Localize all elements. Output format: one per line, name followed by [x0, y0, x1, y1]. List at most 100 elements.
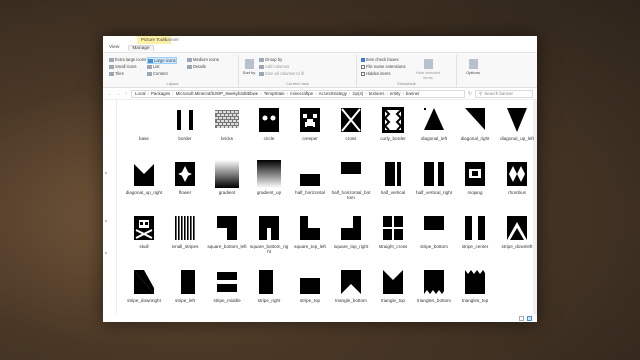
file-item[interactable]: triangles_bottom [414, 266, 454, 314]
breadcrumb[interactable]: Local › Packages › Microsoft.MinecraftUWP_… [131, 89, 465, 98]
content-option[interactable]: Content [147, 71, 168, 76]
file-item[interactable]: diagonal_right [455, 104, 495, 152]
details-option[interactable]: Details [187, 64, 206, 69]
nav-item[interactable]: s [105, 250, 107, 255]
item-check-boxes-checkbox[interactable] [361, 57, 365, 62]
file-item[interactable]: half_vertical_right [414, 158, 454, 206]
file-item[interactable]: gradient [207, 158, 247, 206]
file-item[interactable]: circle [249, 104, 289, 152]
details-icon [187, 64, 192, 69]
gradient-up-thumbnail-icon [257, 160, 281, 188]
large-icons-view-icon[interactable] [527, 315, 532, 321]
crumb-zip[interactable]: zip(4) [352, 91, 363, 96]
stripe-top-thumbnail-icon [298, 268, 322, 296]
file-item[interactable]: square_top_right [331, 212, 371, 260]
hidden-items-option[interactable]: Hidden items [361, 71, 390, 76]
file-grid: base border bricks circle creeper cross curly_… [117, 100, 537, 314]
file-item[interactable]: flower [165, 158, 205, 206]
hide-selected-icon [423, 59, 433, 69]
file-item[interactable]: cross [331, 104, 371, 152]
file-item[interactable]: triangle_bottom [331, 266, 371, 314]
file-item[interactable]: stripe_right [249, 266, 289, 314]
add-columns-icon [259, 64, 264, 69]
forward-arrow-icon[interactable]: → [115, 91, 121, 97]
crumb-minecraft-package[interactable]: Microsoft.MinecraftUWP_8wekyb3d8bbwe [176, 91, 258, 96]
up-arrow-icon[interactable]: ↑ [123, 91, 129, 97]
file-item[interactable]: small_stripes [165, 212, 205, 260]
list-icon [147, 64, 152, 69]
file-item[interactable]: stripe_downright [124, 266, 164, 314]
file-item[interactable]: stripe_middle [207, 266, 247, 314]
crumb-textures[interactable]: textures [369, 91, 385, 96]
file-item[interactable]: square_bottom_left [207, 212, 247, 260]
nav-item[interactable]: s [105, 170, 107, 175]
file-item[interactable]: stripe_downleft [497, 212, 537, 260]
item-check-boxes-option[interactable]: Item check boxes [361, 57, 399, 62]
file-name: stripe_downright [127, 298, 161, 303]
file-item[interactable]: rhombus [497, 158, 537, 206]
file-item[interactable]: half_horizontal [290, 158, 330, 206]
sort-by-button[interactable]: Sort by [242, 59, 256, 75]
add-columns-option[interactable]: Add columns [259, 64, 289, 69]
file-item[interactable]: half_vertical [373, 158, 413, 206]
extra-large-icons-option[interactable]: Extra large icons [109, 57, 146, 62]
file-item[interactable]: half_horizontal_bottom [331, 158, 371, 206]
file-item[interactable]: square_bottom_right [249, 212, 289, 260]
hide-selected-items-button[interactable]: Hide selected items [415, 59, 441, 80]
file-item[interactable]: stripe_top [290, 266, 330, 314]
refresh-icon[interactable]: ↻ [467, 91, 473, 97]
tiles-option[interactable]: Tiles [109, 71, 124, 76]
file-item[interactable]: bricks [207, 104, 247, 152]
file-item[interactable]: skull [124, 212, 164, 260]
file-name-extensions-option[interactable]: File name extensions [361, 64, 406, 69]
file-item[interactable]: triangles_top [455, 266, 495, 314]
navigation-pane[interactable]: s s s [103, 100, 117, 314]
details-view-icon[interactable] [519, 315, 524, 321]
group-by-icon [259, 57, 264, 62]
file-item[interactable]: curly_border [373, 104, 413, 152]
show-hide-group: Item check boxes File name extensions Hi… [357, 55, 457, 87]
file-item[interactable]: square_top_left [290, 212, 330, 260]
crumb-separator-icon: › [365, 91, 367, 96]
file-name: triangles_bottom [417, 298, 451, 303]
crumb-local[interactable]: Local [135, 91, 146, 96]
file-item[interactable]: mojang [455, 158, 495, 206]
file-item[interactable]: creeper [290, 104, 330, 152]
file-item[interactable]: diagonal_left [414, 104, 454, 152]
file-item[interactable]: base [124, 104, 164, 152]
file-name: small_stripes [171, 244, 199, 249]
size-columns-option[interactable]: Size all columns to fit [259, 71, 304, 76]
crumb-packages[interactable]: Packages [151, 91, 170, 96]
tab-manage[interactable]: Manage [128, 45, 154, 51]
file-name-extensions-checkbox[interactable] [361, 64, 365, 69]
crumb-entity[interactable]: entity [390, 91, 401, 96]
options-button[interactable]: Options [463, 59, 483, 75]
file-name: stripe_middle [213, 298, 241, 303]
hidden-items-checkbox[interactable] [361, 71, 365, 76]
large-icons-option[interactable]: Large icons [147, 57, 177, 64]
small-icons-option[interactable]: Small icons [109, 64, 136, 69]
nav-item[interactable]: s [105, 218, 107, 223]
list-option[interactable]: List [147, 64, 160, 69]
curly-border-thumbnail-icon [381, 106, 405, 134]
file-name: diagonal_right [460, 136, 490, 141]
file-item[interactable]: stripe_bottom [414, 212, 454, 260]
crumb-minecraftpe[interactable]: minecraftpe [290, 91, 313, 96]
medium-icons-option[interactable]: Medium icons [187, 57, 219, 62]
crumb-accesstrategy[interactable]: AccesStrategy [319, 91, 347, 96]
group-by-option[interactable]: Group by [259, 57, 282, 62]
search-input[interactable]: ⚲ Search banner [475, 89, 533, 98]
file-item[interactable]: stripe_center [455, 212, 495, 260]
tab-view[interactable]: View [109, 45, 119, 51]
file-item[interactable]: border [165, 104, 205, 152]
crumb-tempstate[interactable]: TempState [264, 91, 285, 96]
file-item[interactable]: straight_cross [373, 212, 413, 260]
file-item[interactable]: gradient_up [249, 158, 289, 206]
crumb-banner[interactable]: banner [406, 91, 420, 96]
address-bar-row: ← → ↑ Local › Packages › Microsoft.Minecra… [103, 88, 537, 100]
file-item[interactable]: diagonal_up_left [497, 104, 537, 152]
file-item[interactable]: diagonal_up_right [124, 158, 164, 206]
file-item[interactable]: stripe_left [165, 266, 205, 314]
back-arrow-icon[interactable]: ← [107, 91, 113, 97]
file-item[interactable]: triangle_top [373, 266, 413, 314]
